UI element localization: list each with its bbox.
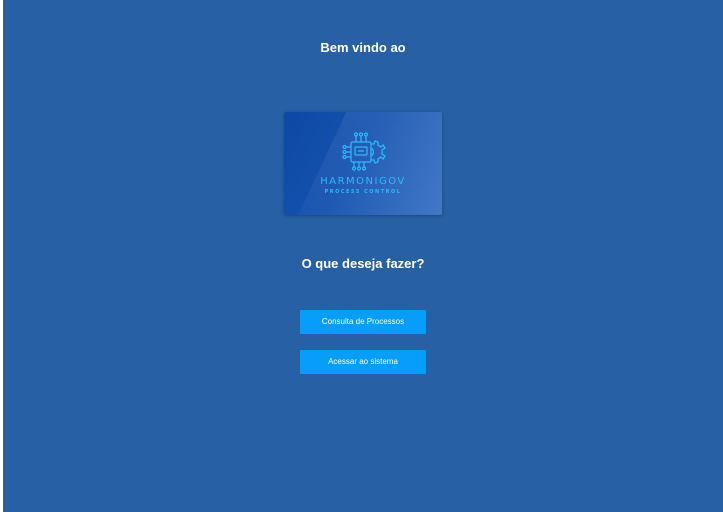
consult-processes-button[interactable]: Consulta de Processos bbox=[300, 310, 426, 334]
harmonigov-logo: HARMONIGOV PROCESS CONTROL bbox=[284, 112, 442, 215]
logo-tagline: PROCESS CONTROL bbox=[324, 189, 402, 195]
question-heading: O que deseja fazer? bbox=[301, 256, 425, 271]
access-system-button[interactable]: Acessar ao sistema bbox=[300, 350, 426, 374]
logo-brand-name: HARMONIGOV bbox=[320, 176, 406, 187]
welcome-screen: Bem vindo ao HARMONIGOV PROCESS CONTROL … bbox=[3, 0, 723, 512]
chip-gear-icon bbox=[342, 132, 386, 171]
welcome-heading: Bem vindo ao bbox=[320, 40, 406, 55]
